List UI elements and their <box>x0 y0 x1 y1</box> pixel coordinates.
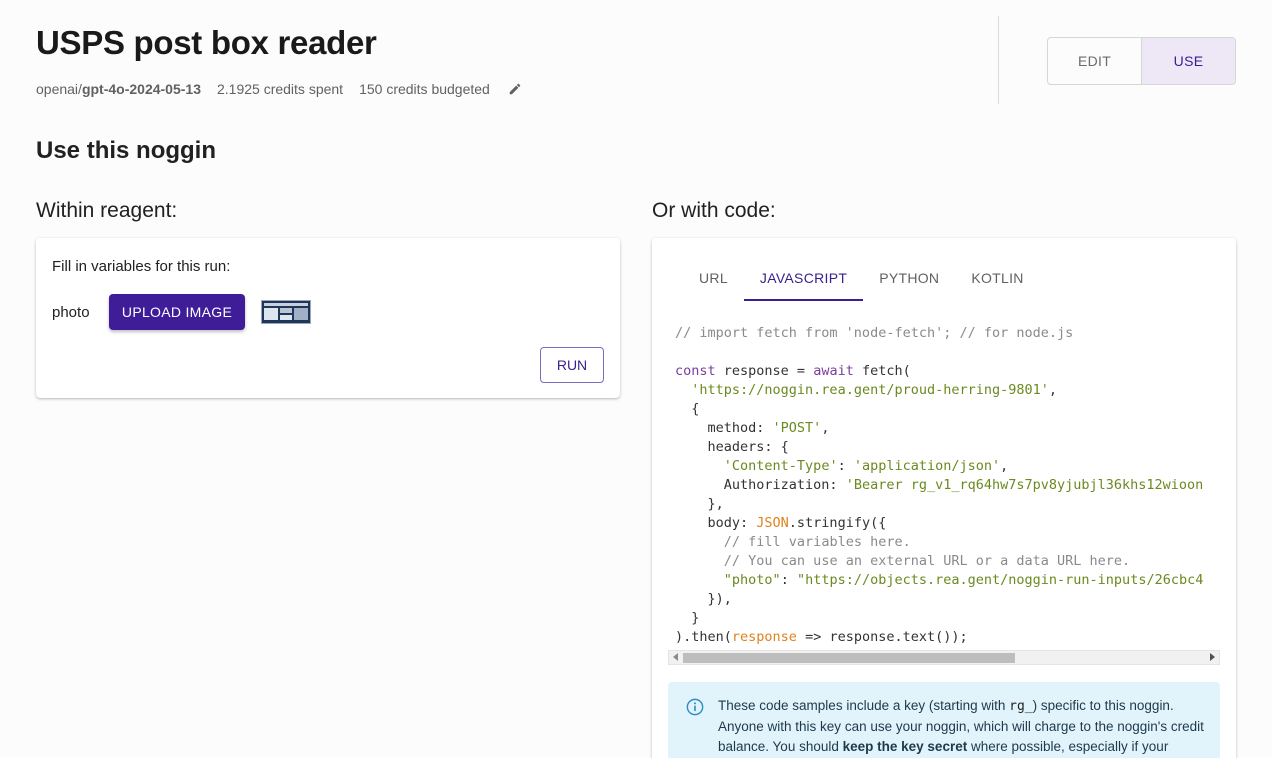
run-card: Fill in variables for this run: photo UP… <box>36 238 620 398</box>
credits-spent: 2.1925 credits spent <box>216 81 344 97</box>
tab-python[interactable]: PYTHON <box>863 259 955 301</box>
tab-url[interactable]: URL <box>683 259 744 301</box>
within-heading: Within reagent: <box>36 199 178 222</box>
code-horizontal-scrollbar[interactable] <box>668 650 1220 665</box>
scroll-right-icon[interactable] <box>1210 653 1215 661</box>
uploaded-image-thumbnail[interactable] <box>261 300 311 324</box>
code-card: URL JAVASCRIPT PYTHON KOTLIN // import f… <box>652 238 1236 758</box>
scroll-left-icon[interactable] <box>673 653 678 661</box>
credits-budgeted: 150 credits budgeted <box>359 81 490 97</box>
code-sample[interactable]: // import fetch from 'node-fetch'; // fo… <box>675 324 1220 646</box>
use-mode-button[interactable]: USE <box>1141 38 1235 84</box>
run-button[interactable]: RUN <box>540 347 604 383</box>
code-heading: Or with code: <box>652 199 776 222</box>
page-title: USPS post box reader <box>36 24 377 61</box>
upload-image-button[interactable]: UPLOAD IMAGE <box>109 294 245 330</box>
noggin-meta: openai/gpt-4o-2024-05-13 2.1925 credits … <box>36 81 522 97</box>
model-label: openai/gpt-4o-2024-05-13 <box>36 81 201 97</box>
edit-mode-button[interactable]: EDIT <box>1048 38 1141 84</box>
fill-variables-label: Fill in variables for this run: <box>52 258 231 275</box>
mode-toggle: EDIT USE <box>1047 37 1236 85</box>
key-warning-alert: These code samples include a key (starti… <box>668 682 1220 758</box>
tab-javascript[interactable]: JAVASCRIPT <box>743 259 864 301</box>
pencil-icon[interactable] <box>508 82 522 96</box>
key-warning-text: These code samples include a key (starti… <box>718 698 1204 754</box>
section-title: Use this noggin <box>36 137 216 164</box>
header-divider <box>998 16 999 104</box>
scrollbar-thumb[interactable] <box>683 653 1015 663</box>
info-icon <box>686 698 704 716</box>
code-tabs: URL JAVASCRIPT PYTHON KOTLIN <box>683 259 1040 301</box>
variable-name: photo <box>52 304 90 321</box>
tab-kotlin[interactable]: KOTLIN <box>955 259 1039 301</box>
